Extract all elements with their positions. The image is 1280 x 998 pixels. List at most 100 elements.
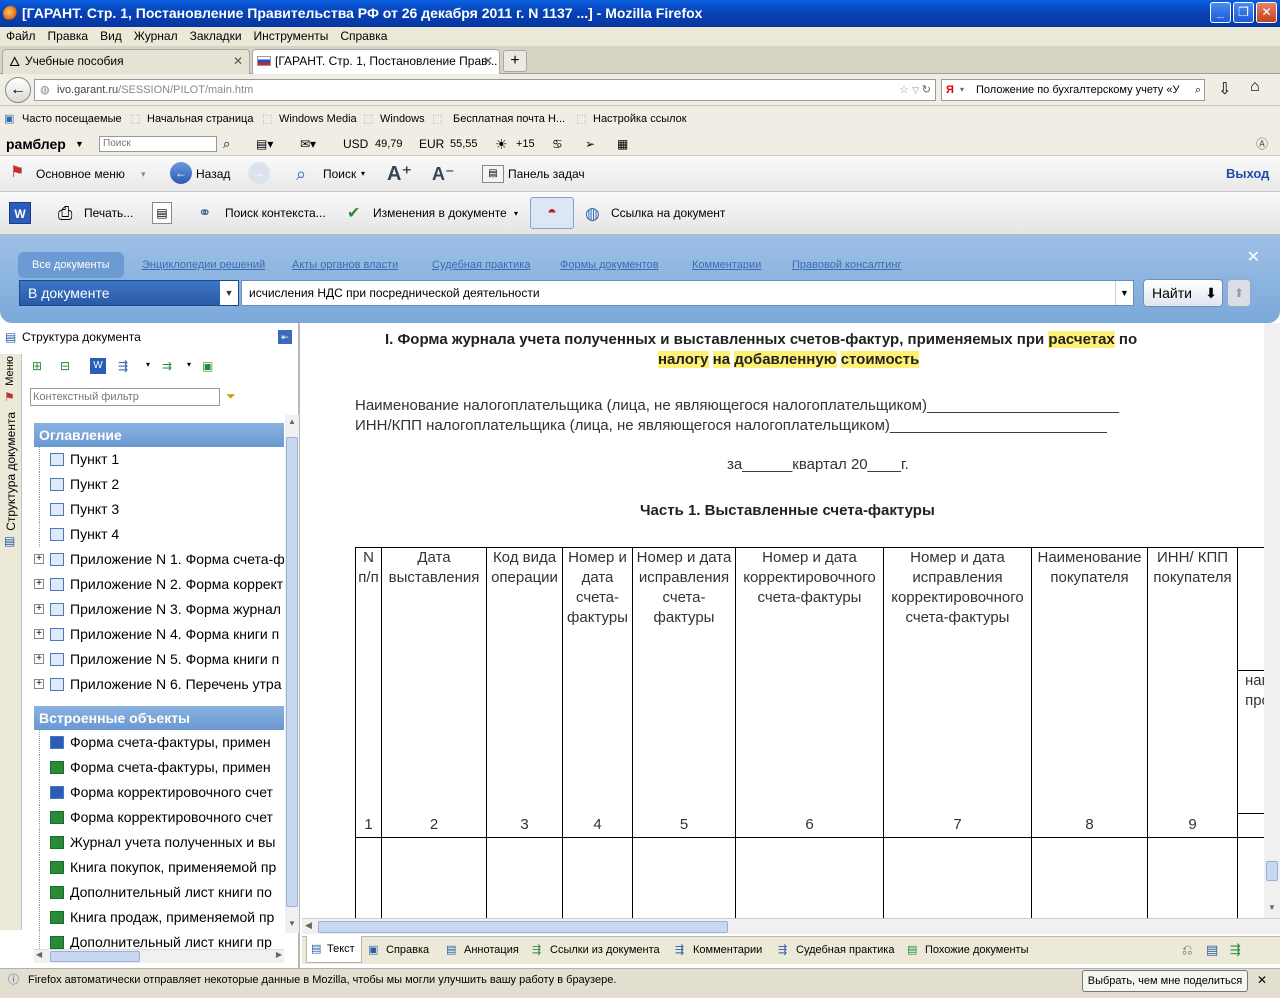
menu-bookmarks[interactable]: Закладки: [184, 27, 248, 46]
tab-authority-acts[interactable]: Акты органов власти: [292, 252, 398, 278]
toc-item[interactable]: Пункт 3: [34, 497, 284, 522]
context-filter-input[interactable]: Контекстный фильтр: [30, 388, 220, 406]
menu-history[interactable]: Журнал: [128, 27, 184, 46]
bookmark-most-visited[interactable]: Часто посещаемые: [22, 106, 122, 132]
document-changes-button[interactable]: Изменения в документе: [373, 192, 507, 235]
document-horizontal-scrollbar[interactable]: ◀: [302, 918, 1280, 934]
tab-similar-documents[interactable]: ▤ Похожие документы: [905, 937, 1029, 963]
document-link-button[interactable]: Ссылка на документ: [611, 192, 725, 235]
tab-study-guides[interactable]: 🜂 Учебные пособия ✕: [2, 49, 250, 74]
tab-legal-consulting[interactable]: Правовой консалтинг: [792, 252, 901, 278]
garant-logo-button[interactable]: ◓: [530, 197, 574, 229]
rambler-logo[interactable]: рамблер: [6, 132, 66, 156]
toc-section-header[interactable]: Оглавление: [34, 423, 284, 447]
collapse-all-icon[interactable]: ⊟: [60, 359, 70, 373]
expand-icon[interactable]: +: [34, 554, 44, 564]
tab-court-practice-bottom[interactable]: ⇶ Судебная практика: [776, 937, 894, 963]
bookmark-home-page[interactable]: Начальная страница: [147, 106, 253, 132]
expand-icon[interactable]: +: [34, 679, 44, 689]
filter-icon[interactable]: ⏷: [226, 389, 236, 404]
expand-icon[interactable]: +: [34, 604, 44, 614]
choose-share-button[interactable]: Выбрать, чем мне поделиться: [1082, 970, 1248, 992]
minimize-button[interactable]: _: [1210, 2, 1231, 23]
task-panel-button[interactable]: Панель задач: [508, 156, 585, 192]
main-menu-button[interactable]: Основное меню: [36, 156, 125, 192]
word-export-icon[interactable]: W: [9, 202, 31, 224]
tab-comments-bottom[interactable]: ⇶ Комментарии: [673, 937, 762, 963]
excel-export-icon[interactable]: ⇉: [162, 359, 172, 373]
tab-document-forms[interactable]: Формы документов: [560, 252, 659, 278]
chevron-down-icon[interactable]: ▾: [514, 192, 518, 235]
font-decrease-icon[interactable]: A⁻: [432, 156, 455, 192]
toc-item[interactable]: Пункт 4: [34, 522, 284, 547]
chevron-down-icon[interactable]: ▾: [141, 156, 146, 192]
tab-links-from-document[interactable]: ⇶ Ссылки из документа: [530, 937, 660, 963]
bookmark-windows-media[interactable]: Windows Media: [279, 106, 357, 132]
tab-text[interactable]: ▤ Текст: [306, 936, 362, 963]
find-previous-button[interactable]: ⬆: [1227, 279, 1251, 307]
search-icon[interactable]: ⌕: [223, 132, 230, 156]
export-icon[interactable]: ⇶: [118, 359, 128, 373]
forward-arrow-icon[interactable]: →: [248, 162, 270, 184]
tab-comments[interactable]: Комментарии: [692, 252, 761, 278]
close-panel-icon[interactable]: ✕: [1247, 247, 1260, 267]
embedded-item[interactable]: Книга продаж, применяемой пр: [34, 905, 284, 930]
chevron-down-icon[interactable]: ▼: [75, 132, 84, 156]
search-button[interactable]: Поиск: [323, 156, 356, 192]
back-arrow-icon[interactable]: ←: [170, 162, 192, 184]
send-icon[interactable]: ➢: [585, 132, 595, 156]
back-button[interactable]: Назад: [196, 156, 230, 192]
embedded-item[interactable]: Дополнительный лист книги пр: [34, 930, 284, 950]
horoscope-icon[interactable]: ♋: [552, 132, 563, 156]
font-increase-icon[interactable]: A⁺: [387, 156, 412, 192]
browser-back-button[interactable]: ←: [5, 77, 31, 103]
toc-item[interactable]: + Приложение N 2. Форма коррект: [34, 572, 284, 597]
tab-close-icon[interactable]: ✕: [233, 50, 243, 73]
expand-icon[interactable]: +: [34, 579, 44, 589]
embedded-item[interactable]: Форма счета-фактуры, примен: [34, 755, 284, 780]
mail-icon[interactable]: ✉▾: [300, 132, 316, 156]
embedded-item[interactable]: Форма корректировочного счет: [34, 780, 284, 805]
rambler-user-icon[interactable]: Ⓐ: [1256, 132, 1268, 156]
expand-icon[interactable]: +: [34, 654, 44, 664]
context-search-button[interactable]: Поиск контекста...: [225, 192, 326, 235]
scroll-thumb[interactable]: [1266, 861, 1278, 881]
exit-button[interactable]: Выход: [1226, 156, 1269, 192]
chevron-down-icon[interactable]: ▽: [912, 80, 919, 100]
bookmark-windows[interactable]: Windows: [380, 106, 425, 132]
close-window-button[interactable]: ✕: [1256, 2, 1277, 23]
toc-item[interactable]: + Приложение N 1. Форма счета-ф: [34, 547, 284, 572]
new-tab-button[interactable]: +: [503, 50, 527, 72]
search-query-input[interactable]: исчисления НДС при посреднической деятел…: [241, 280, 1134, 306]
bookmark-star-icon[interactable]: ☆: [899, 80, 909, 100]
scroll-right-icon[interactable]: ▶: [276, 950, 282, 959]
maximize-button[interactable]: ❐: [1233, 2, 1254, 23]
collapse-panel-icon[interactable]: ⇤: [278, 330, 292, 344]
history-back-icon[interactable]: ⎌: [1182, 937, 1192, 963]
scroll-thumb[interactable]: [318, 921, 728, 933]
scroll-up-icon[interactable]: ▲: [288, 417, 296, 426]
home-icon[interactable]: ⌂: [1250, 78, 1260, 96]
toc-item[interactable]: Пункт 2: [34, 472, 284, 497]
copy-icon[interactable]: ▤: [1206, 937, 1218, 963]
export-icon[interactable]: ⇶: [1230, 937, 1241, 963]
scroll-thumb[interactable]: [286, 437, 298, 907]
toc-item[interactable]: + Приложение N 6. Перечень утра: [34, 672, 284, 697]
bookmark-settings[interactable]: Настройка ссылок: [593, 106, 687, 132]
toc-item[interactable]: + Приложение N 5. Форма книги п: [34, 647, 284, 672]
embedded-item[interactable]: Журнал учета полученных и вы: [34, 830, 284, 855]
scroll-thumb[interactable]: [50, 951, 140, 962]
url-input[interactable]: ◍ ivo.garant.ru/SESSION/PILOT/main.htm ☆…: [34, 79, 936, 101]
structure-vertical-scrollbar[interactable]: ▲ ▼: [285, 415, 299, 933]
scroll-left-icon[interactable]: ◀: [305, 920, 312, 931]
chevron-down-icon[interactable]: ▾: [960, 80, 964, 100]
tab-all-documents[interactable]: Все документы: [18, 252, 124, 278]
bookmark-free-mail[interactable]: Бесплатная почта Н...: [453, 106, 565, 132]
tab-structure[interactable]: Структура документа: [4, 412, 18, 531]
tab-solutions-encyclopedia[interactable]: Энциклопедии решений: [142, 252, 265, 278]
menu-help[interactable]: Справка: [334, 27, 393, 46]
tab-garant[interactable]: [ГАРАНТ. Стр. 1, Постановление Прав... ✕: [252, 49, 500, 74]
embedded-item[interactable]: Форма счета-фактуры, примен: [34, 730, 284, 755]
news-icon[interactable]: ▤▾: [256, 132, 273, 156]
toc-item[interactable]: + Приложение N 4. Форма книги п: [34, 622, 284, 647]
